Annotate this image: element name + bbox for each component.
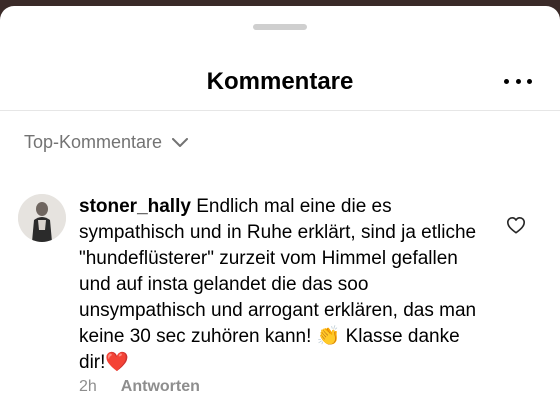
comment-text: Endlich mal eine die es sympathisch und … (79, 196, 477, 373)
comment-meta: 2h Antworten (79, 378, 200, 396)
user-photo-icon (18, 194, 66, 242)
page-title: Kommentare (206, 68, 354, 95)
more-options-icon[interactable] (504, 76, 532, 86)
heart-outline-icon[interactable] (506, 216, 526, 234)
chevron-down-icon (172, 137, 189, 147)
dot (515, 78, 521, 84)
dot (527, 78, 532, 84)
sort-dropdown[interactable]: Top-Kommentare (24, 132, 189, 153)
comment-timestamp: 2h (79, 378, 97, 395)
dot (504, 78, 509, 84)
header-divider (0, 110, 560, 111)
sort-label: Top-Kommentare (24, 132, 163, 152)
comment-body: stoner_hally Endlich mal eine die es sym… (79, 194, 491, 376)
comments-sheet: Kommentare Top-Kommentare stoner_hally E… (0, 6, 560, 417)
drag-handle[interactable] (253, 24, 307, 30)
reply-button[interactable]: Antworten (121, 378, 200, 396)
avatar[interactable] (18, 194, 66, 242)
comment-username[interactable]: stoner_hally (79, 196, 191, 217)
